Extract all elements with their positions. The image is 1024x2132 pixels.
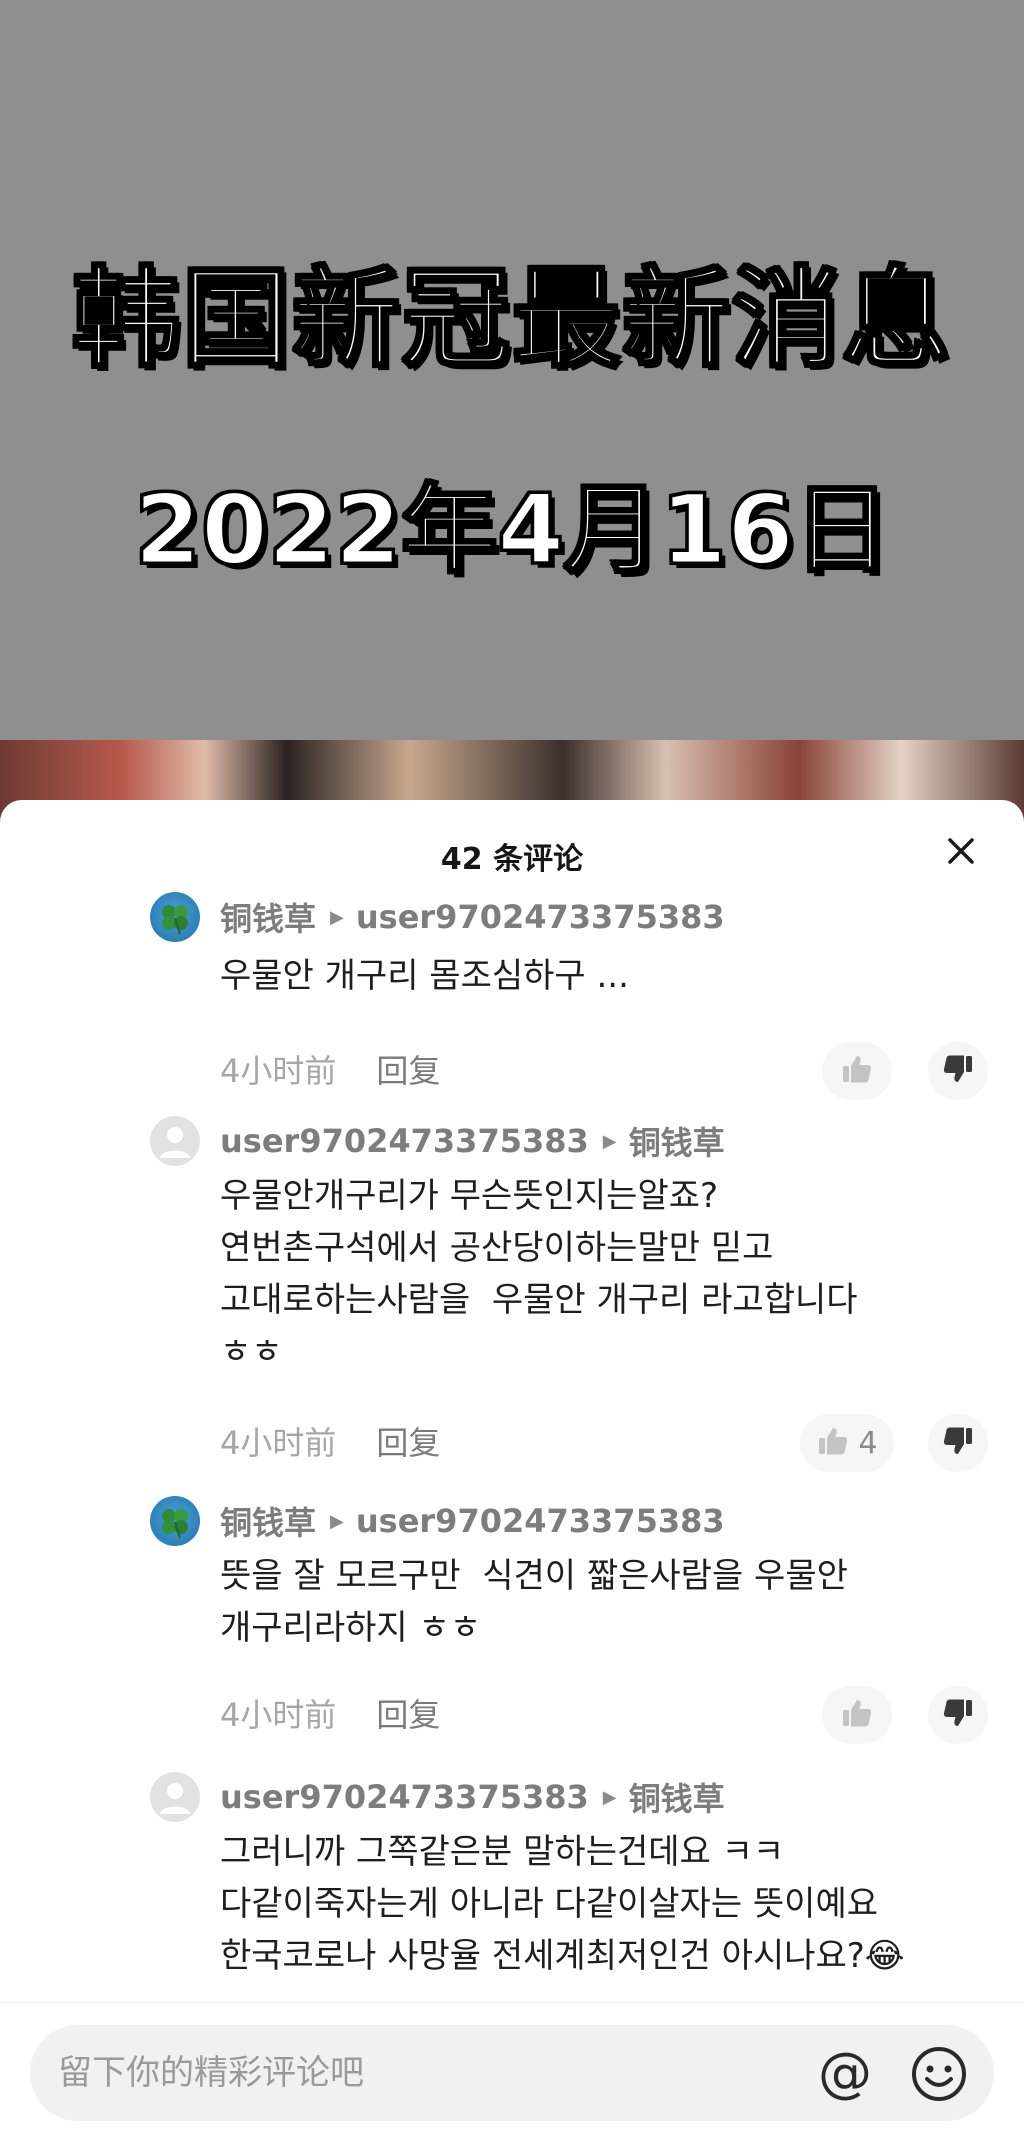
comment-text: 우물안 개구리 몸조심하구 ... [220,956,629,996]
like-count: 4 [858,1425,878,1461]
comment-meta: 4小时前 回复 [220,1046,440,1092]
author-name[interactable]: 铜钱草 [220,1498,316,1544]
comment-text: 그러니까 그쪽같은분 말하는건데요 ㅋㅋ 다같이죽자는게 아니라 다같이살자는 … [220,1832,905,1976]
comment-input-placeholder: 留下你的精彩评论吧 [58,2053,364,2093]
comment-header: 铜钱草 ▶ user9702473375383 [220,1496,725,1546]
dislike-button[interactable] [928,1414,988,1472]
author-name[interactable]: user9702473375383 [220,1122,589,1160]
play-arrow-icon: ▶ [602,1786,617,1808]
clover-avatar[interactable] [150,1496,200,1546]
clover-avatar[interactable] [150,892,200,942]
thumbs-up-icon [840,1696,874,1734]
reply-to-name[interactable]: 铜钱草 [629,1774,725,1820]
thumbs-up-icon [840,1052,874,1090]
thumbs-down-icon [941,1052,975,1090]
divider [0,2002,1024,2003]
default-avatar[interactable] [150,1116,200,1166]
play-arrow-icon: ▶ [330,1510,344,1532]
thumbs-down-icon [941,1696,975,1734]
comment-time: 4小时前 [220,1696,337,1734]
reply-to-name[interactable]: user9702473375383 [356,1502,725,1540]
author-name[interactable]: 铜钱草 [220,894,316,940]
smiley-icon[interactable] [910,2045,968,2103]
comment-text: 우물안개구리가 무슨뜻인지는알죠? 연번촌구석에서 공산당이하는말만 믿고 고대… [220,1176,858,1372]
comment-time: 4小时前 [220,1052,337,1090]
comment-input[interactable]: 留下你的精彩评论吧 @ [30,2025,994,2121]
reply-to-name[interactable]: 铜钱草 [629,1118,725,1164]
author-name[interactable]: user9702473375383 [220,1778,589,1816]
thumbs-up-icon [816,1424,850,1462]
thumbs-down-icon [941,1424,975,1462]
video-date: 2022年4月16日 [133,473,892,588]
close-icon[interactable] [940,830,982,872]
reply-button[interactable]: 回复 [376,1046,440,1092]
comment-meta: 4小时前 回复 [220,1690,440,1736]
comments-sheet: 42 条评论 铜钱草 ▶ user9702473375383 우물안 개구리 몸… [0,800,1024,2132]
comment-header: user9702473375383 ▶ 铜钱草 [220,1116,725,1166]
dislike-button[interactable] [928,1042,988,1100]
comment-meta: 4小时前 回复 [220,1418,440,1464]
mention-button[interactable]: @ [815,2043,875,2103]
comment-time: 4小时前 [220,1424,337,1462]
comment-text: 뜻을 잘 모르구만 식견이 짧은사람을 우물안 개구리라하지 ㅎㅎ [220,1556,848,1648]
default-avatar[interactable] [150,1772,200,1822]
like-button[interactable] [822,1686,892,1744]
comment-header: 铜钱草 ▶ user9702473375383 [220,892,725,942]
dislike-button[interactable] [928,1686,988,1744]
like-button[interactable]: 4 [800,1414,894,1472]
video-title: 韩国新冠最新消息 [70,256,952,384]
play-arrow-icon: ▶ [330,906,344,928]
like-button[interactable] [822,1042,892,1100]
play-arrow-icon: ▶ [602,1130,617,1152]
comment-count-title: 42 条评论 [440,842,584,877]
reply-button[interactable]: 回复 [376,1418,440,1464]
reply-button[interactable]: 回复 [376,1690,440,1736]
comment-header: user9702473375383 ▶ 铜钱草 [220,1772,725,1822]
reply-to-name[interactable]: user9702473375383 [356,898,725,936]
